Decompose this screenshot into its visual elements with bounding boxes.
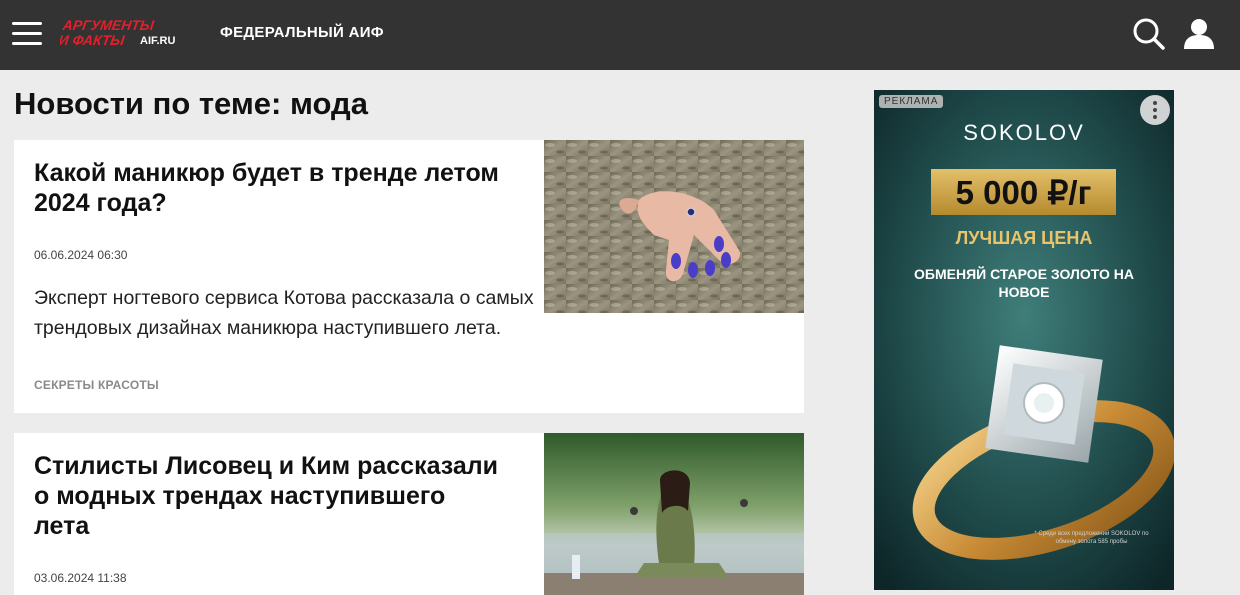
user-icon[interactable] bbox=[1182, 17, 1216, 51]
news-card[interactable]: Какой маникюр будет в тренде летом 2024 … bbox=[14, 140, 804, 413]
ad-offer: ОБМЕНЯЙ СТАРОЕ ЗОЛОТО НА НОВОЕ bbox=[914, 266, 1134, 300]
page-title: Новости по теме: мода bbox=[14, 86, 368, 121]
svg-text:AIF.RU: AIF.RU bbox=[140, 35, 176, 47]
ad-brand: SOKOLOV bbox=[963, 120, 1085, 145]
top-navigation-bar: АРГУМЕНТЫ И ФАКТЫ AIF.RU ФЕДЕРАЛЬНЫЙ АИФ bbox=[0, 0, 1240, 70]
news-date: 06.06.2024 06:30 bbox=[34, 248, 128, 262]
aif-logo[interactable]: АРГУМЕНТЫ И ФАКТЫ AIF.RU bbox=[60, 17, 185, 51]
search-icon[interactable] bbox=[1132, 17, 1166, 51]
ad-price-box: 5 000 ₽/г bbox=[931, 169, 1116, 215]
sokolov-advertisement[interactable]: РЕКЛАМА SOKOLOV 5 000 ₽/г ЛУЧШАЯ ЦЕНА ОБ… bbox=[874, 90, 1174, 590]
news-headline[interactable]: Стилисты Лисовец и Ким рассказали о модн… bbox=[34, 451, 504, 541]
news-headline[interactable]: Какой маникюр будет в тренде летом 2024 … bbox=[34, 158, 504, 218]
federal-aif-link[interactable]: ФЕДЕРАЛЬНЫЙ АИФ bbox=[220, 24, 384, 41]
news-date: 03.06.2024 11:38 bbox=[34, 571, 127, 585]
ad-badge: РЕКЛАМА bbox=[879, 95, 944, 108]
news-thumbnail[interactable] bbox=[544, 140, 804, 313]
svg-text:АРГУМЕНТЫ: АРГУМЕНТЫ bbox=[61, 17, 156, 33]
ad-price: 5 000 ₽/г bbox=[955, 174, 1092, 211]
news-rubric[interactable]: СЕКРЕТЫ КРАСОТЫ bbox=[34, 378, 159, 392]
hamburger-icon[interactable] bbox=[12, 20, 42, 48]
news-card[interactable]: Стилисты Лисовец и Ким рассказали о модн… bbox=[14, 433, 804, 595]
news-lead: Эксперт ногтевого сервиса Котова рассказ… bbox=[34, 287, 534, 339]
news-thumbnail[interactable] bbox=[544, 433, 804, 595]
ad-tagline: ЛУЧШАЯ ЦЕНА bbox=[955, 228, 1093, 248]
ad-fine-print: * Среди всех предложений SOKOLOV по обме… bbox=[1034, 531, 1149, 545]
svg-text:И ФАКТЫ: И ФАКТЫ bbox=[60, 32, 127, 48]
